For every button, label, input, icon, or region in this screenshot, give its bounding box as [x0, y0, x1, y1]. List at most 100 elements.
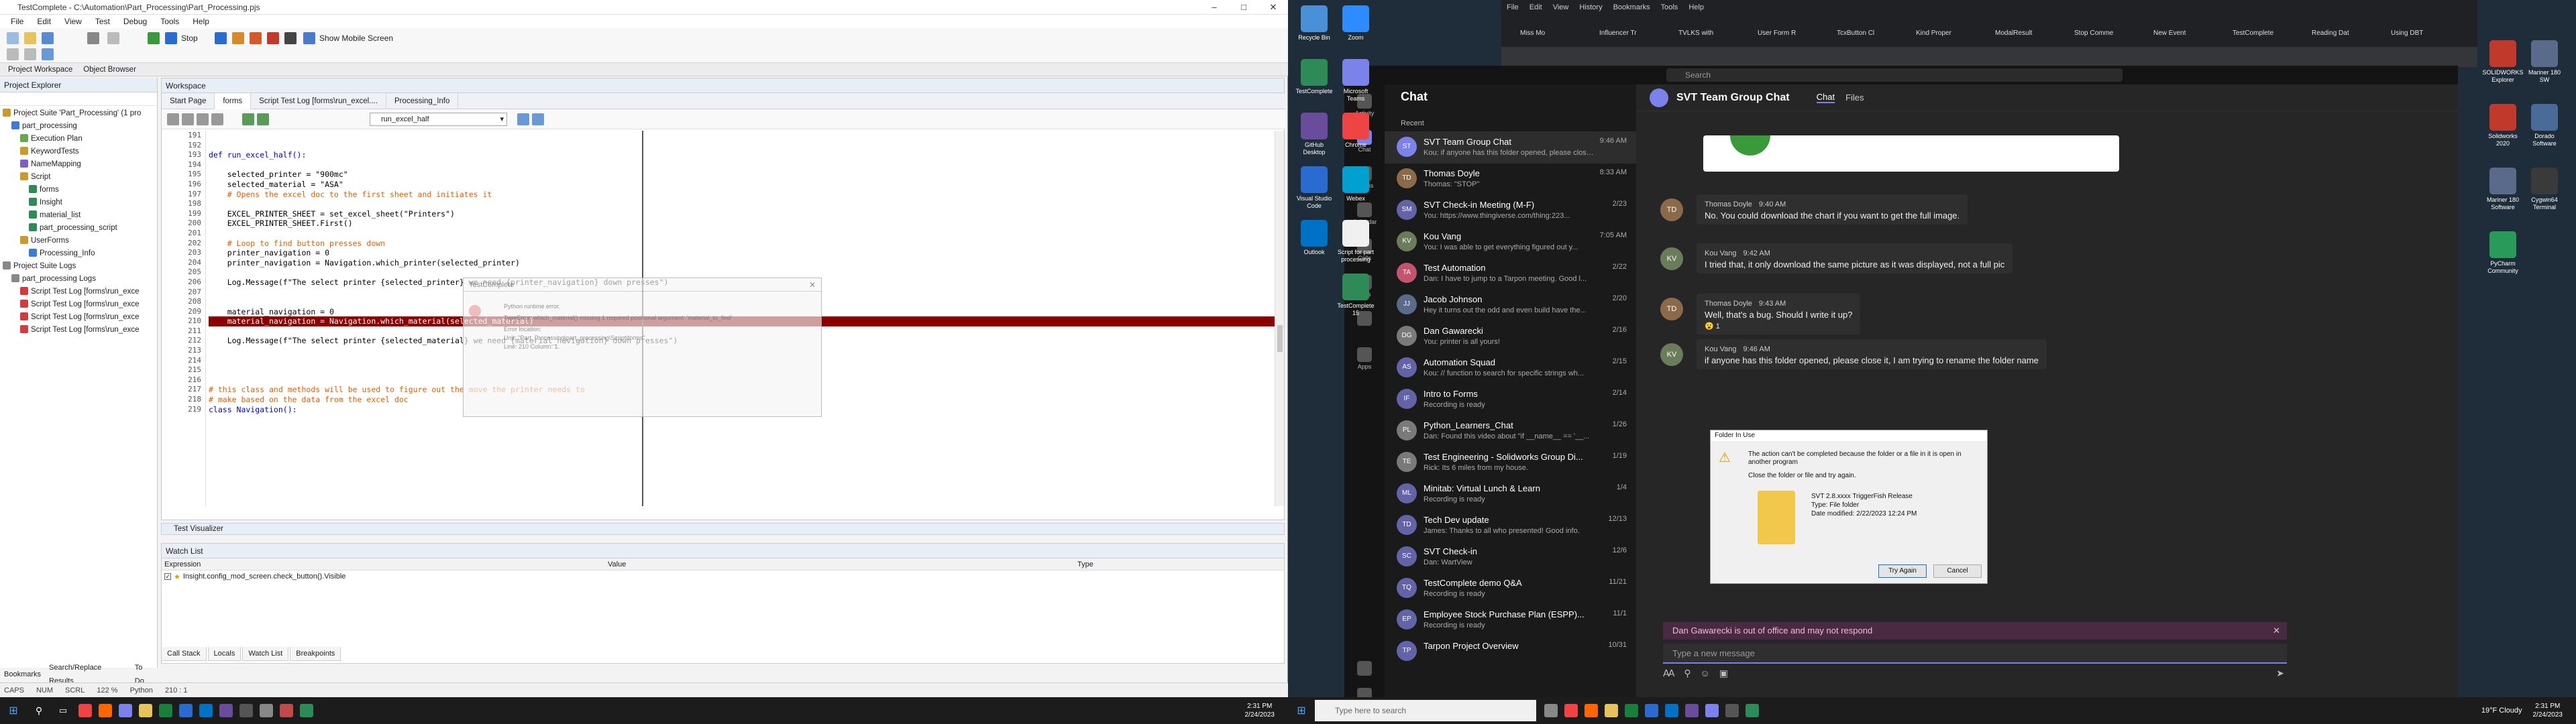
send-icon[interactable]: ➤: [2276, 668, 2284, 679]
teams-icon[interactable]: [119, 704, 132, 717]
tree-item[interactable]: Script Test Log [forms\run_exce: [3, 311, 157, 324]
desktop-icon[interactable]: GitHub Desktop: [1293, 113, 1335, 156]
address-bar[interactable]: [1501, 47, 2477, 67]
format-icon[interactable]: Ꜳ: [1663, 668, 1675, 678]
outlook-icon[interactable]: [199, 704, 213, 717]
bookmark-item[interactable]: New Event: [2140, 24, 2215, 43]
tree-item[interactable]: Script: [3, 171, 157, 184]
bookmark-item[interactable]: TVLKS with: [1665, 24, 1740, 43]
breakpoint-icon[interactable]: [267, 32, 279, 44]
windows-start-icon[interactable]: ⊞: [0, 704, 27, 717]
code-line[interactable]: # Opens the excel doc to the first sheet…: [209, 190, 1275, 200]
app-icon[interactable]: [260, 704, 273, 717]
checkbox[interactable]: ✓: [164, 573, 171, 580]
desktop-icon[interactable]: PyCharm Community: [2482, 231, 2524, 275]
browser-menu-item[interactable]: Bookmarks: [1608, 3, 1656, 11]
firefox-icon[interactable]: [99, 704, 112, 717]
record-icon[interactable]: [107, 32, 119, 44]
chat-list-item[interactable]: TP Tarpon Project Overview 10/31: [1385, 636, 1636, 668]
bookmark-item[interactable]: TcxButton Cl: [1823, 24, 1898, 43]
outdent-icon[interactable]: [182, 113, 194, 125]
chat-list-item[interactable]: TE Test Engineering - Solidworks Group Di…: [1385, 446, 1636, 479]
vscode-icon[interactable]: [179, 704, 193, 717]
rail-store[interactable]: [1344, 661, 1385, 677]
tree-item[interactable]: Script Test Log [forms\run_exce: [3, 298, 157, 311]
runtime-error-dialog[interactable]: TestComplete ✕ Python runtime error. Typ…: [463, 278, 822, 417]
code-line[interactable]: EXCEL_PRINTER_SHEET = set_excel_sheet("P…: [209, 209, 1275, 219]
forward-icon[interactable]: [257, 113, 269, 125]
bookmark-icon[interactable]: [532, 113, 544, 125]
new-icon[interactable]: [7, 32, 19, 44]
message-bubble[interactable]: Thomas Doyle 9:43 AM Well, that's a bug. S…: [1697, 294, 1861, 335]
code-line[interactable]: EXCEL_PRINTER_SHEET.First(): [209, 219, 1275, 229]
doc-tab[interactable]: forms: [215, 93, 252, 109]
windows-start-icon[interactable]: ⊞: [1288, 704, 1315, 717]
doc-tab[interactable]: Start Page: [162, 93, 215, 109]
vertical-scrollbar[interactable]: [1275, 131, 1284, 506]
column-type[interactable]: Type: [1077, 558, 1093, 570]
desktop-icon[interactable]: Mariner 180 SW: [2524, 40, 2565, 84]
menu-help[interactable]: Help: [186, 15, 216, 28]
outlook-icon[interactable]: [1665, 704, 1678, 717]
step-icon[interactable]: [232, 32, 244, 44]
explorer-icon[interactable]: [1605, 704, 1618, 717]
vscode-icon[interactable]: [1645, 704, 1658, 717]
firefox-icon[interactable]: [1585, 704, 1598, 717]
chat-list-item[interactable]: DG Dan Gawarecki You: printer is all yours…: [1385, 320, 1636, 353]
code-line[interactable]: printer_navigation = Navigation.which_pr…: [209, 258, 1275, 268]
watch-row[interactable]: ✓ ★ Insight.config_mod_screen.check_butt…: [162, 570, 1284, 583]
search-icon[interactable]: ⚲: [27, 705, 51, 717]
cancel-button[interactable]: Cancel: [1933, 564, 1982, 578]
tree-item[interactable]: UserForms: [3, 235, 157, 247]
menu-tools[interactable]: Tools: [154, 15, 186, 28]
chat-list-item[interactable]: ML Minitab: Virtual Lunch & Learn Recordin…: [1385, 478, 1636, 510]
tree-item[interactable]: part_processing: [3, 120, 157, 133]
code-line[interactable]: printer_navigation = 0: [209, 248, 1275, 258]
code-line[interactable]: selected_printer = "900mc": [209, 170, 1275, 180]
browser-menu-item[interactable]: View: [1548, 3, 1574, 11]
bookmark-item[interactable]: Miss Mo: [1507, 24, 1582, 43]
chat-list-item[interactable]: TD Thomas Doyle Thomas: "STOP" 8:33 AM: [1385, 163, 1636, 195]
testcomplete-taskbar-icon[interactable]: [300, 704, 313, 717]
chart-image-preview[interactable]: [1703, 135, 2119, 172]
chat-list-item[interactable]: AS Automation Squad Kou: // function to se…: [1385, 352, 1636, 384]
redo-icon[interactable]: [24, 48, 36, 60]
code-line[interactable]: [209, 267, 1275, 278]
chat-list-item[interactable]: TQ TestComplete demo Q&A Recording is read…: [1385, 572, 1636, 605]
menu-file[interactable]: File: [4, 15, 30, 28]
desktop-icon[interactable]: TestComplete: [1293, 59, 1335, 95]
tab-files[interactable]: Files: [1845, 93, 1864, 103]
browser-menu-item[interactable]: Help: [1683, 3, 1709, 11]
browser-menu-item[interactable]: Edit: [1524, 3, 1548, 11]
chat-list-item[interactable]: EP Employee Stock Purchase Plan (ESPP)...…: [1385, 604, 1636, 636]
close-icon[interactable]: ✕: [809, 280, 816, 290]
comment-icon[interactable]: [197, 113, 209, 125]
indent-icon[interactable]: [167, 113, 179, 125]
mobile-icon[interactable]: [303, 32, 315, 44]
code-line[interactable]: [209, 131, 1275, 141]
find-icon[interactable]: [42, 48, 54, 60]
tree-item[interactable]: KeywordTests: [3, 145, 157, 158]
function-dropdown[interactable]: run_excel_half ▾: [370, 113, 507, 126]
testcomplete-taskbar-icon[interactable]: [1746, 704, 1759, 717]
search-input[interactable]: Search: [1666, 68, 2123, 82]
tree-item[interactable]: Project Suite Logs: [3, 260, 157, 273]
minimize-button[interactable]: –: [1199, 0, 1229, 15]
show-mobile-screen[interactable]: Show Mobile Screen: [319, 34, 393, 43]
browser-menu-item[interactable]: History: [1574, 3, 1607, 11]
message-bubble[interactable]: Kou Vang 9:46 AM if anyone has this folder…: [1697, 339, 2047, 369]
chat-list-item[interactable]: TD Tech Dev update James: Thanks to all wh…: [1385, 509, 1636, 542]
chat-list-item[interactable]: JJ Jacob Johnson Hey it turns out the odd …: [1385, 289, 1636, 321]
bookmark-item[interactable]: Influencer Tr: [1586, 24, 1661, 43]
task-view-icon[interactable]: [1544, 704, 1558, 717]
try-again-button[interactable]: Try Again: [1878, 564, 1927, 578]
github-icon[interactable]: [219, 704, 233, 717]
desktop-icon[interactable]: Solidworks 2020: [2482, 104, 2524, 147]
scrollbar-thumb[interactable]: [1277, 325, 1283, 352]
column-value[interactable]: Value: [608, 558, 1077, 570]
maximize-button[interactable]: □: [1229, 0, 1258, 15]
desktop-icon[interactable]: TestComplete 15: [1335, 274, 1377, 317]
message-bubble[interactable]: Thomas Doyle 9:40 AM No. You could downloa…: [1697, 194, 1968, 225]
bookmark-item[interactable]: User Form R: [1744, 24, 1819, 43]
explorer-tab[interactable]: Bookmarks: [0, 668, 45, 681]
